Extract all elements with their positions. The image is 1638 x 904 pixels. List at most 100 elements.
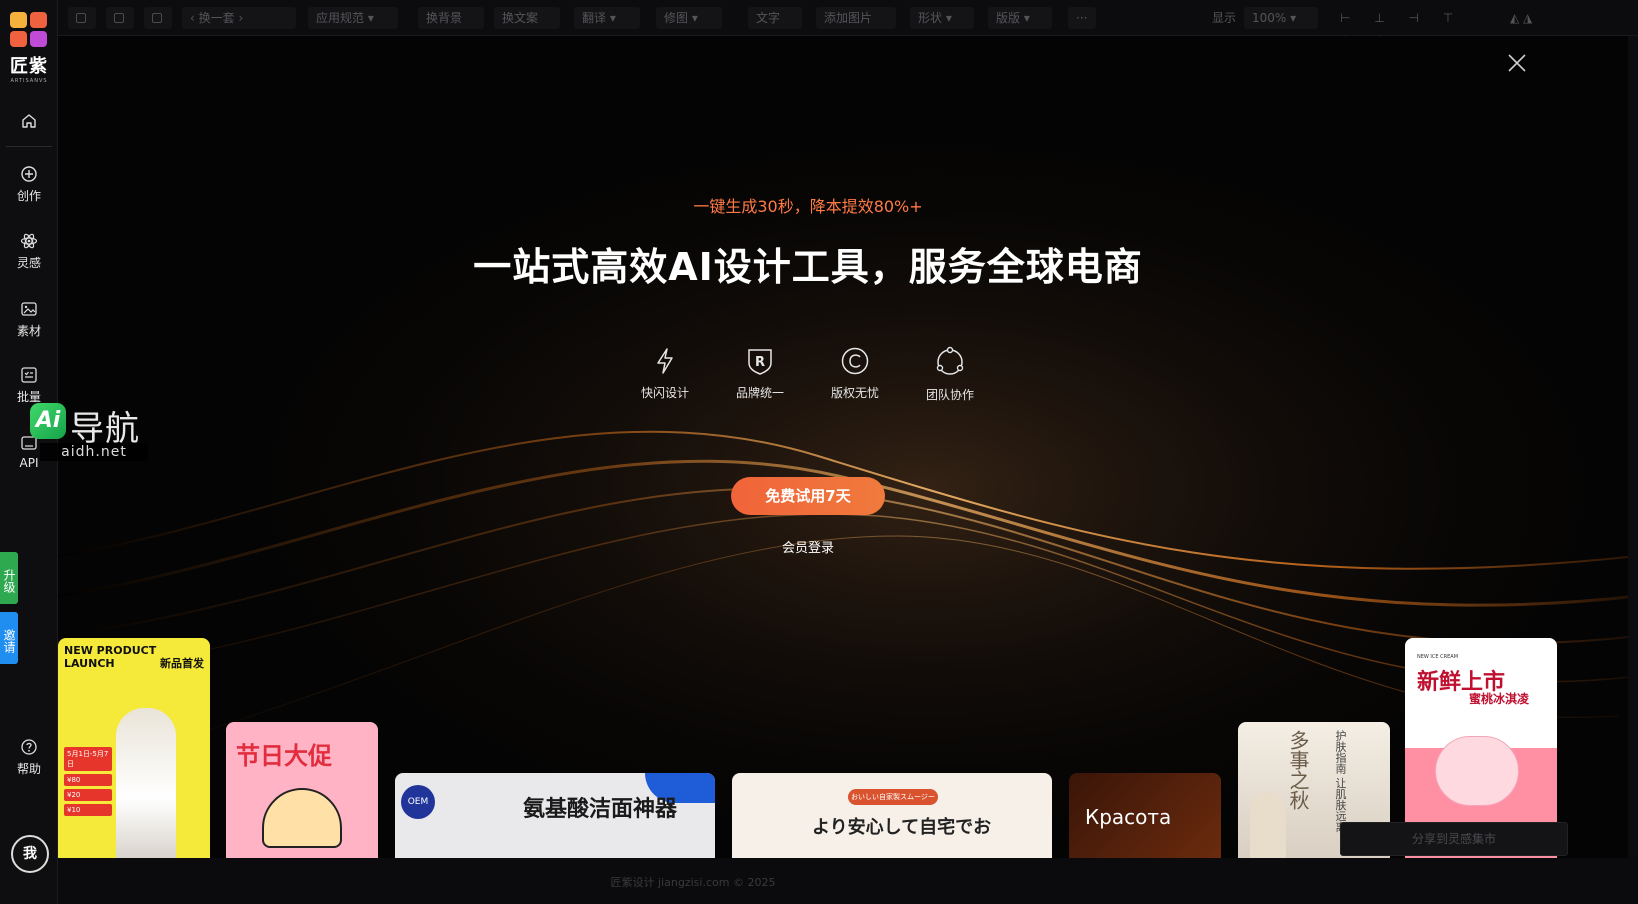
watermark-badge: Ai [30, 403, 66, 439]
sidebar-item-assets[interactable]: 素材 [0, 300, 58, 339]
redo-icon [114, 13, 124, 23]
translate-label: 翻译 [582, 11, 607, 25]
zoom-value: 100% [1252, 11, 1287, 25]
feature-brand-unity: R 品牌统一 [720, 346, 800, 401]
save-button[interactable] [144, 7, 172, 29]
app-spec-label: 应用规范 [316, 11, 365, 25]
zoom-dropdown[interactable]: 100% ▾ [1244, 7, 1318, 29]
swap-set-button[interactable]: ‹ 换一套 › [182, 7, 296, 29]
logo-name: 匠紫 [10, 56, 48, 77]
layout-dropdown[interactable]: 版版 ▾ [988, 7, 1052, 29]
flip-tools[interactable]: ◭ ◮ [1510, 7, 1550, 29]
feature-label: 快闪设计 [640, 386, 689, 400]
app-root: 匠紫 ARTISANVS 创作 灵感 素材 批量 API 升级 邀请 帮助 我 … [0, 0, 1638, 904]
home-icon [22, 114, 36, 128]
card-title: NEW PRODUCT LAUNCH 新品首发 [64, 644, 204, 670]
undo-button[interactable] [68, 7, 96, 29]
plus-circle-icon [21, 166, 37, 182]
sidebar-item-label: 帮助 [16, 762, 41, 776]
swap-set-label: 换一套 [198, 11, 235, 25]
user-avatar[interactable]: 我 [11, 835, 49, 873]
display-label: 显示 [1212, 11, 1237, 25]
more-button[interactable]: ··· [1068, 7, 1096, 29]
sidebar-item-label: 创作 [16, 189, 41, 203]
card-title: 节日大促 [236, 742, 332, 770]
align-tools[interactable]: ⊢ ⊥ ⊣ ⊤ ⊥ ⊥ [1340, 7, 1490, 47]
copyright-text: 匠紫设计 jiangzisi.com © 2025 [610, 876, 776, 889]
change-copy-label: 换文案 [502, 11, 539, 25]
feature-label: 团队协作 [925, 388, 974, 402]
checklist-icon [21, 367, 37, 383]
free-trial-button[interactable]: 免费试用7天 [731, 477, 885, 515]
shape-dropdown[interactable]: 形状 ▾ [910, 7, 974, 29]
close-icon[interactable] [1506, 52, 1528, 74]
brand-logo[interactable]: 匠紫 ARTISANVS [10, 12, 48, 86]
share-to-inspiration-button[interactable]: 分享到灵感集市 [1340, 822, 1568, 856]
sidebar-item-home[interactable] [0, 112, 58, 134]
footer: 匠紫设计 jiangzisi.com © 2025 [58, 858, 1638, 904]
card-model-image [116, 708, 176, 858]
sidebar-item-help[interactable]: 帮助 [0, 738, 58, 777]
template-card-festival-sale[interactable]: 节日大促 [226, 722, 378, 858]
team-cycle-icon [936, 346, 964, 375]
sidebar-item-inspiration[interactable]: 灵感 [0, 232, 58, 271]
feature-label: 版权无忧 [830, 386, 879, 400]
promo-modal: 一键生成30秒，降本提效80%+ 一站式高效AI设计工具，服务全球电商 快闪设计… [58, 36, 1638, 858]
atom-icon [20, 233, 38, 249]
retouch-label: 修图 [664, 11, 689, 25]
card-product-image [1435, 736, 1519, 806]
editor-toolbar: ‹ 换一套 › 应用规范 ▾ 换背景 换文案 翻译 ▾ 修图 ▾ 文字 添加图片… [58, 0, 1638, 47]
sidebar-item-batch[interactable]: 批量 [0, 366, 58, 405]
card-title: Красота [1085, 805, 1172, 829]
card-illustration [262, 788, 342, 848]
card-price-list: 5月1日-5月7日 ¥80 ¥20 ¥10 [64, 744, 112, 816]
layout-label: 版版 [996, 11, 1021, 25]
registered-shield-icon: R [748, 349, 772, 375]
hero-headline: 一站式高效AI设计工具，服务全球电商 [473, 245, 1143, 289]
card-price: ¥80 [64, 774, 112, 786]
shape-label: 形状 [918, 11, 943, 25]
undo-icon [76, 13, 86, 23]
template-card-beauty[interactable]: Красота [1069, 773, 1221, 858]
watermark-url: aidh.net [40, 443, 148, 461]
add-image-label: 添加图片 [824, 11, 873, 25]
right-panel-edge [1628, 36, 1638, 858]
change-copy-button[interactable]: 换文案 [494, 7, 560, 29]
redo-button[interactable] [106, 7, 134, 29]
upgrade-tag[interactable]: 升级 [0, 552, 18, 604]
card-badge: OEM [401, 785, 435, 819]
app-spec-dropdown[interactable]: 应用规范 ▾ [308, 7, 398, 29]
card-title: より安心して自宅でお [812, 817, 992, 838]
sidebar-divider [6, 146, 52, 147]
translate-dropdown[interactable]: 翻译 ▾ [574, 7, 640, 29]
change-bg-button[interactable]: 换背景 [418, 7, 484, 29]
card-price: ¥20 [64, 789, 112, 801]
card-tag: NEW ICE CREAM [1417, 654, 1459, 660]
template-card-cleanser[interactable]: OEM 氨基酸洁面神器 [395, 773, 715, 858]
card-subtitle: 护肤指南 让肌肤远离 [1334, 730, 1347, 833]
add-image-button[interactable]: 添加图片 [816, 7, 896, 29]
image-icon [21, 302, 37, 316]
card-subtitle: 蜜桃冰淇凌 [1469, 692, 1530, 706]
sidebar-item-label: 批量 [16, 390, 41, 404]
sidebar-item-label: 灵感 [16, 256, 41, 270]
template-card-product-launch[interactable]: NEW PRODUCT LAUNCH 新品首发 5月1日-5月7日 ¥80 ¥2… [58, 638, 210, 858]
logo-mark [10, 12, 48, 48]
lightning-icon [657, 348, 673, 374]
feature-label: 品牌统一 [735, 386, 784, 400]
text-button[interactable]: 文字 [748, 7, 802, 29]
card-price: ¥10 [64, 804, 112, 816]
template-card-smoothie[interactable]: おいしい自家製スムージー より安心して自宅でお [732, 773, 1052, 858]
help-icon [21, 739, 37, 755]
save-icon [152, 13, 162, 23]
svg-text:R: R [755, 355, 765, 370]
sidebar-item-label: 素材 [16, 324, 41, 338]
retouch-dropdown[interactable]: 修图 ▾ [656, 7, 722, 29]
card-badge: おいしい自家製スムージー [848, 789, 938, 805]
member-login-link[interactable]: 会员登录 [731, 537, 885, 556]
sidebar-item-create[interactable]: 创作 [0, 165, 58, 204]
card-title: 氨基酸洁面神器 [523, 797, 678, 822]
invite-tag[interactable]: 邀请 [0, 612, 18, 664]
feature-team: 团队协作 [910, 346, 990, 403]
card-title: 多事之秋 [1286, 730, 1310, 810]
